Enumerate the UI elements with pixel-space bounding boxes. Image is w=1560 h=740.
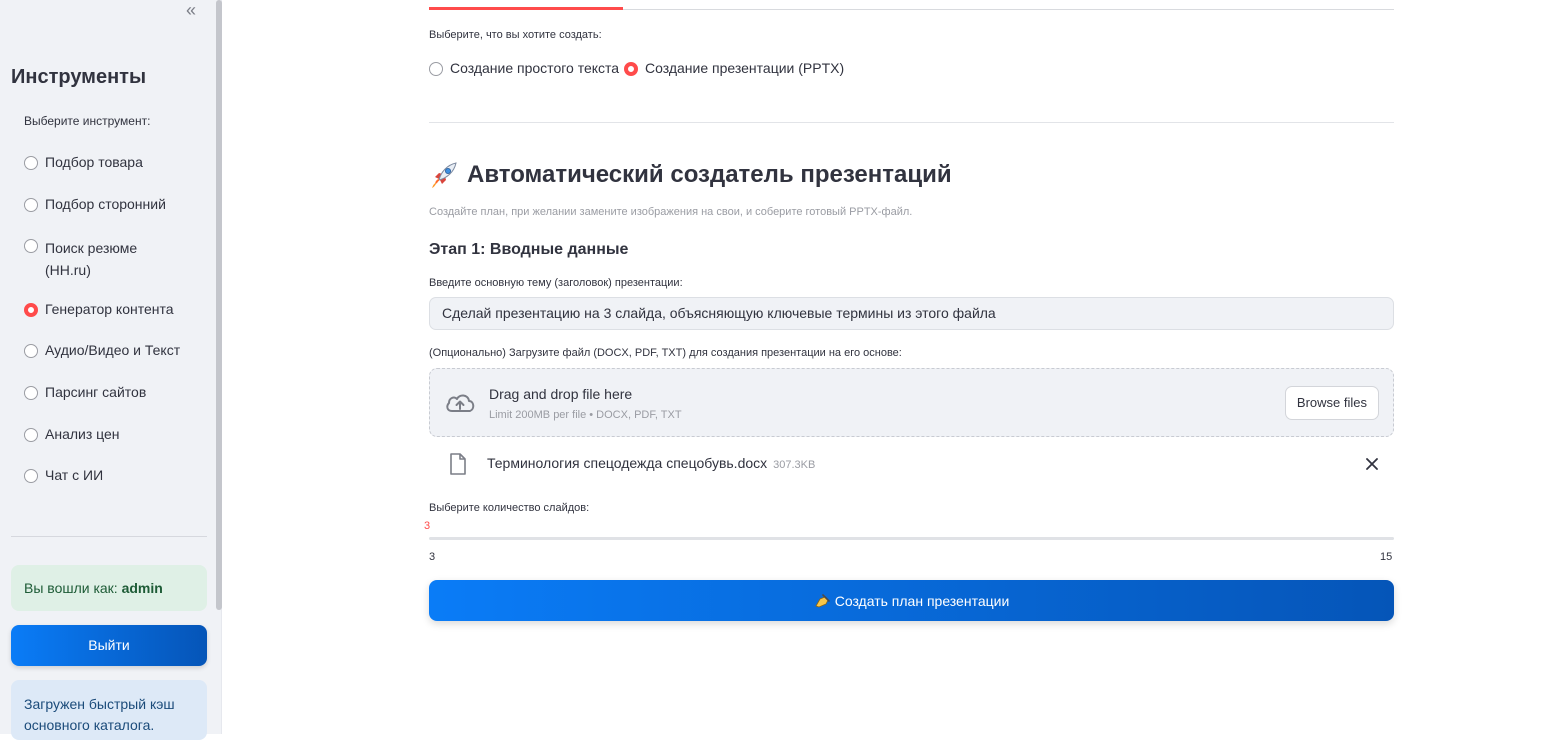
login-prefix: Вы вошли как: bbox=[24, 580, 118, 596]
dropzone-limits: Limit 200MB per file • DOCX, PDF, TXT bbox=[489, 409, 682, 421]
sidebar-item-label: Анализ цен bbox=[45, 426, 120, 442]
page-title-text: Автоматический создатель презентаций bbox=[467, 161, 952, 188]
active-tab-indicator bbox=[429, 7, 623, 10]
sidebar-item-label: Подбор товара bbox=[45, 154, 143, 170]
radio-icon bbox=[429, 62, 443, 76]
tool-select-label: Выберите инструмент: bbox=[24, 114, 151, 128]
sidebar-item-ai-chat[interactable]: Чат с ИИ bbox=[24, 467, 103, 483]
sidebar-item-third-party-selection[interactable]: Подбор сторонний bbox=[24, 196, 166, 212]
logout-button[interactable]: Выйти bbox=[11, 625, 207, 666]
browse-files-button[interactable]: Browse files bbox=[1284, 386, 1379, 420]
sidebar-title: Инструменты bbox=[11, 66, 147, 88]
sidebar-item-label: Аудио/Видео и Текст bbox=[45, 342, 181, 358]
file-icon bbox=[450, 453, 466, 475]
sidebar-item-product-selection[interactable]: Подбор товара bbox=[24, 154, 143, 170]
file-size: 307.3KB bbox=[773, 459, 816, 471]
rocket-icon bbox=[432, 162, 457, 188]
sidebar-item-label: Генератор контента bbox=[45, 301, 174, 317]
dropzone-title: Drag and drop file here bbox=[489, 386, 633, 402]
slides-count-label: Выберите количество слайдов: bbox=[429, 502, 590, 514]
sidebar-item-label: Парсинг сайтов bbox=[45, 384, 147, 400]
mode-simple-text[interactable]: Создание простого текста bbox=[429, 60, 619, 76]
create-plan-button[interactable]: Создать план презентации bbox=[429, 580, 1394, 621]
radio-icon bbox=[24, 344, 38, 358]
sidebar-item-audio-video-text[interactable]: Аудио/Видео и Текст bbox=[24, 342, 180, 358]
topic-input[interactable]: Сделай презентацию на 3 слайда, объясняю… bbox=[429, 297, 1394, 330]
sidebar-item-content-generator[interactable]: Генератор контента bbox=[24, 301, 174, 317]
file-dropzone[interactable]: Drag and drop file here Limit 200MB per … bbox=[429, 368, 1394, 437]
file-name: Терминология спецодежда спецобувь.docx 30… bbox=[487, 455, 815, 471]
topic-label: Введите основную тему (заголовок) презен… bbox=[429, 277, 683, 289]
slider-max: 15 bbox=[1380, 551, 1393, 563]
sidebar-scrollbar[interactable] bbox=[216, 0, 222, 610]
login-status: Вы вошли как: admin bbox=[11, 565, 207, 611]
radio-icon bbox=[24, 469, 38, 483]
sidebar-item-label: Чат с ИИ bbox=[45, 467, 104, 483]
login-username: admin bbox=[121, 580, 163, 596]
sidebar-divider bbox=[11, 536, 207, 537]
upload-label: (Опционально) Загрузите файл (DOCX, PDF,… bbox=[429, 347, 902, 359]
radio-icon bbox=[24, 428, 38, 442]
writing-hand-icon bbox=[815, 593, 830, 607]
mode-select-label: Выберите, что вы хотите создать: bbox=[429, 29, 602, 41]
sidebar: « Инструменты Выберите инструмент: Подбо… bbox=[0, 0, 222, 740]
page-caption: Создайте план, при желании замените изоб… bbox=[429, 206, 913, 218]
remove-file-icon[interactable] bbox=[1366, 458, 1378, 470]
create-plan-label: Создать план презентации bbox=[834, 592, 1010, 609]
radio-icon bbox=[24, 156, 38, 170]
sidebar-item-label: Поиск резюме (HH.ru) bbox=[45, 237, 137, 281]
stage-heading: Этап 1: Вводные данные bbox=[429, 241, 629, 258]
slides-slider[interactable] bbox=[429, 537, 1394, 540]
sidebar-item-price-analysis[interactable]: Анализ цен bbox=[24, 426, 120, 442]
radio-selected-icon bbox=[24, 303, 38, 317]
sidebar-item-resume-search[interactable]: Поиск резюме (HH.ru) bbox=[24, 237, 137, 281]
radio-selected-icon bbox=[624, 62, 638, 76]
page-title: Автоматический создатель презентаций bbox=[429, 160, 952, 190]
file-name-text: Терминология спецодежда спецобувь.docx bbox=[487, 455, 768, 471]
sidebar-item-label-line1: Поиск резюме bbox=[45, 240, 138, 256]
cloud-upload-icon bbox=[446, 394, 475, 412]
sidebar-item-label: Подбор сторонний bbox=[45, 196, 166, 212]
collapse-sidebar-icon[interactable]: « bbox=[186, 0, 196, 21]
radio-icon bbox=[24, 198, 38, 212]
sidebar-item-site-parsing[interactable]: Парсинг сайтов bbox=[24, 384, 146, 400]
radio-icon bbox=[24, 239, 38, 253]
mode-label: Создание презентации (PPTX) bbox=[645, 60, 845, 76]
mode-label: Создание простого текста bbox=[450, 60, 620, 76]
slider-current-value: 3 bbox=[424, 520, 431, 532]
mode-presentation[interactable]: Создание презентации (PPTX) bbox=[624, 60, 844, 76]
radio-icon bbox=[24, 386, 38, 400]
section-divider bbox=[429, 122, 1394, 123]
uploaded-file-row: Терминология спецодежда спецобувь.docx 30… bbox=[429, 450, 1394, 478]
cache-info-box: Загружен быстрый кэш основного каталога. bbox=[11, 680, 207, 740]
sidebar-item-label-line2: (HH.ru) bbox=[45, 262, 91, 278]
slider-min: 3 bbox=[429, 551, 436, 563]
